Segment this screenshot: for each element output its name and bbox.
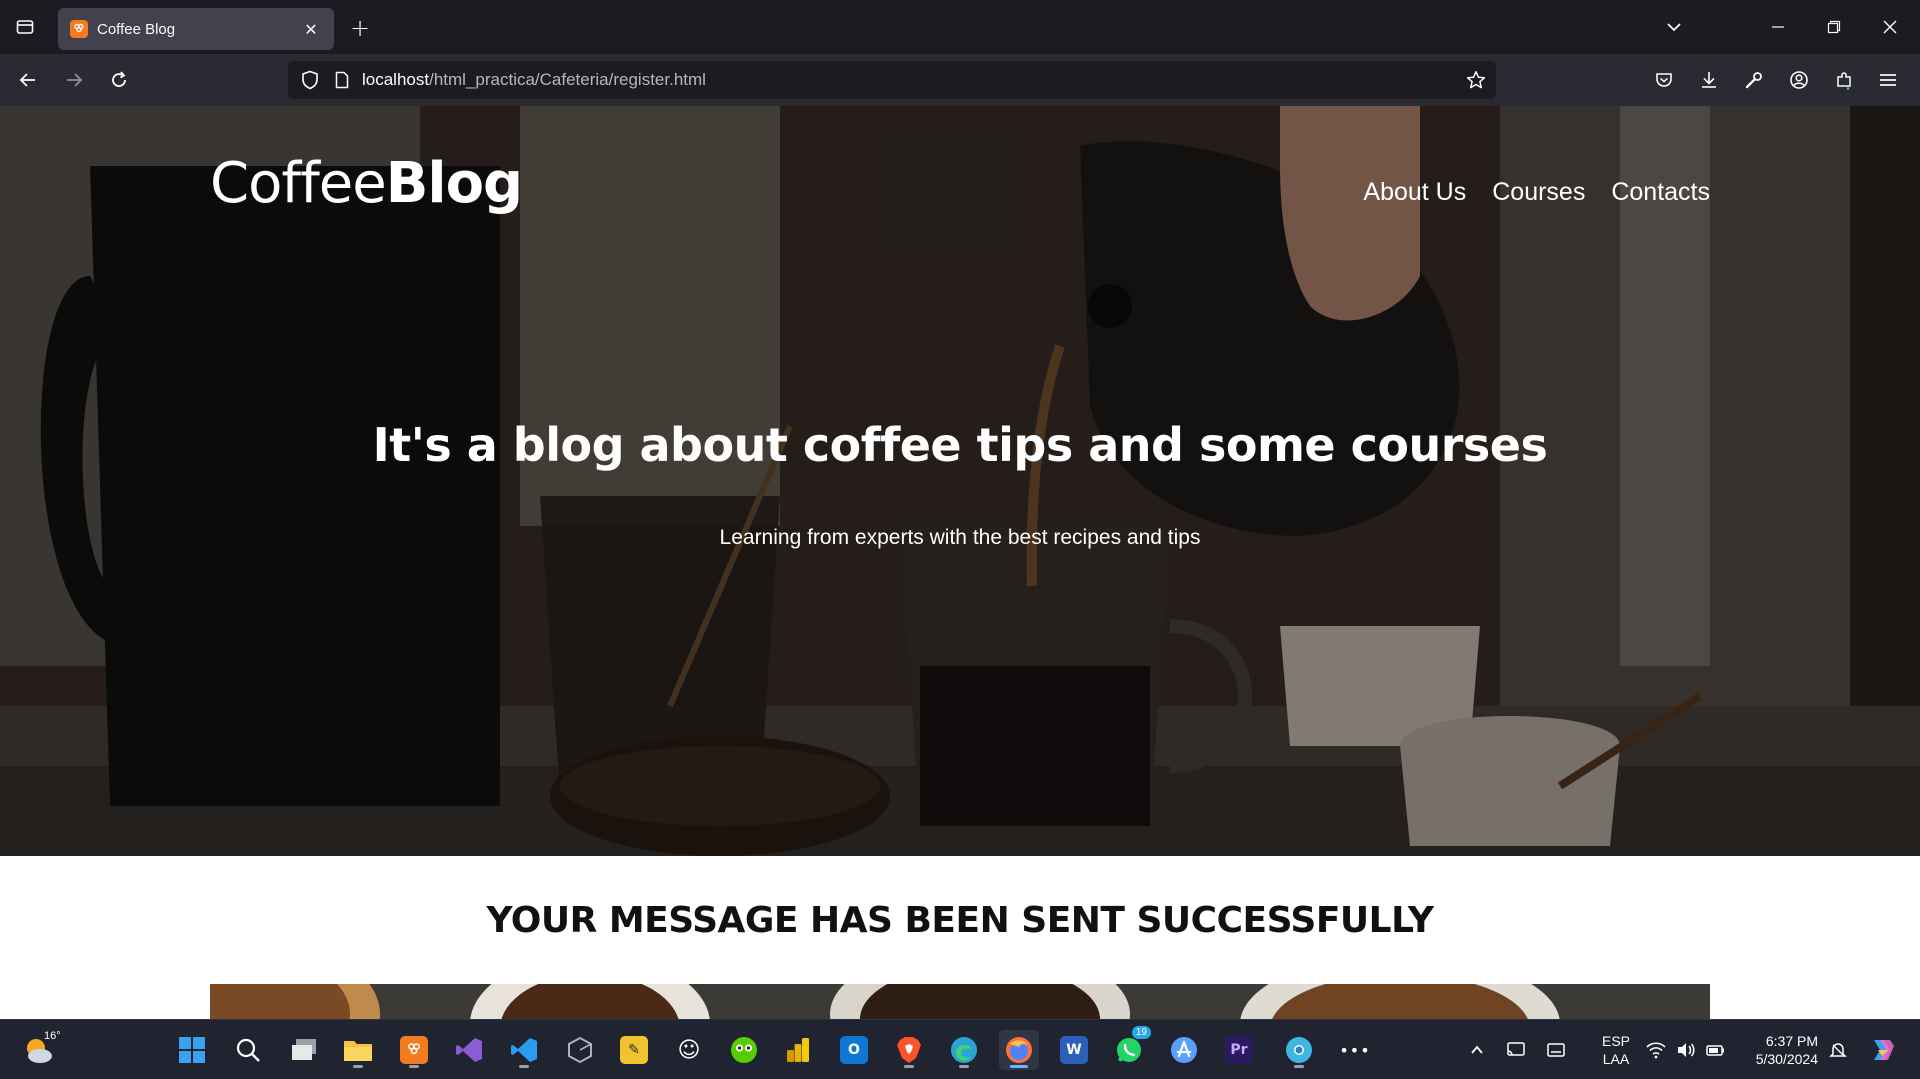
hero-dark-overlay — [0, 106, 1920, 856]
tab-title: Coffee Blog — [97, 20, 176, 38]
weather-widget[interactable]: 16° — [18, 1030, 64, 1070]
forward-arrow-icon[interactable] — [56, 62, 92, 98]
chevron-up-icon[interactable] — [1461, 1034, 1493, 1066]
nav-courses[interactable]: Courses — [1492, 178, 1585, 207]
xampp-icon[interactable]: ꕢ — [394, 1030, 434, 1070]
logo-coffee: Coffee — [210, 151, 387, 216]
url-host: localhost — [362, 70, 430, 89]
url-text[interactable]: localhost/html_practica/Cafeteria/regist… — [362, 70, 1456, 90]
running-indicator — [409, 1065, 419, 1068]
more-apps-icon[interactable]: ••• — [1335, 1030, 1375, 1070]
page-icon[interactable] — [326, 61, 358, 99]
whatsapp-icon[interactable]: 19 — [1109, 1026, 1151, 1070]
cast-icon[interactable] — [1500, 1034, 1532, 1066]
app-store-icon[interactable] — [1164, 1030, 1204, 1070]
success-message: YOUR MESSAGE HAS BEEN SENT SUCCESSFULLY — [486, 900, 1434, 941]
shield-icon[interactable] — [294, 61, 326, 99]
duolingo-icon[interactable] — [724, 1030, 764, 1070]
volume-icon[interactable] — [1670, 1034, 1702, 1066]
tab-bar: ꕢ Coffee Blog ✕ + — [0, 0, 1920, 54]
clock-date: 5/30/2024 — [1755, 1051, 1818, 1067]
windows-taskbar: 16° ꕢ ✎ ☺ O W 19 Pr ••• ESP LAA 6:37 PM … — [0, 1019, 1920, 1079]
wrench-icon[interactable] — [1736, 62, 1772, 98]
input-language[interactable]: ESP LAA — [1596, 1032, 1636, 1068]
edge-icon[interactable] — [944, 1030, 984, 1070]
account-icon[interactable] — [1781, 62, 1817, 98]
star-icon[interactable] — [1456, 61, 1496, 99]
language-code: ESP — [1601, 1033, 1630, 1049]
outlook-new-icon[interactable]: O — [834, 1030, 874, 1070]
brave-icon[interactable] — [889, 1030, 929, 1070]
xampp-favicon-icon: ꕢ — [70, 20, 88, 38]
hamburger-menu-icon[interactable] — [1870, 62, 1906, 98]
nav-about-us[interactable]: About Us — [1363, 178, 1466, 207]
emoji-app-icon[interactable]: ☺ — [669, 1030, 709, 1070]
back-arrow-icon[interactable] — [10, 62, 46, 98]
system-clock[interactable]: 6:37 PM 5/30/2024 — [1742, 1032, 1818, 1068]
hero-subtitle: Learning from experts with the best reci… — [719, 526, 1201, 549]
power-bi-icon[interactable] — [778, 1030, 818, 1070]
running-indicator — [904, 1065, 914, 1068]
vs-code-icon[interactable] — [504, 1030, 544, 1070]
page-viewport: CoffeeBlog About Us Courses Contacts It'… — [0, 106, 1920, 1019]
restore-icon[interactable] — [1816, 10, 1852, 44]
running-indicator — [519, 1065, 529, 1068]
running-indicator — [959, 1065, 969, 1068]
wifi-icon[interactable] — [1640, 1034, 1672, 1066]
minimize-icon[interactable] — [1760, 10, 1796, 44]
new-tab-button[interactable]: + — [344, 12, 376, 44]
pocket-icon[interactable] — [1646, 62, 1682, 98]
hero-title: It's a blog about coffee tips and some c… — [372, 418, 1548, 472]
extensions-icon[interactable] — [1826, 62, 1862, 98]
task-view-icon[interactable] — [284, 1030, 324, 1070]
word-icon[interactable]: W — [1054, 1030, 1094, 1070]
site-logo[interactable]: CoffeeBlog — [210, 156, 523, 212]
search-icon[interactable] — [228, 1030, 268, 1070]
sticky-app-icon[interactable]: ✎ — [614, 1030, 654, 1070]
running-indicator — [1294, 1065, 1304, 1068]
tab-list-icon[interactable] — [8, 10, 42, 44]
firefox-icon[interactable] — [999, 1030, 1039, 1070]
coffee-cups-image — [210, 984, 1710, 1019]
keyboard-layout: LAA — [1602, 1051, 1630, 1067]
navigation-toolbar: localhost/html_practica/Cafeteria/regist… — [0, 54, 1920, 106]
nav-contacts[interactable]: Contacts — [1611, 178, 1710, 207]
visual-studio-icon[interactable] — [449, 1030, 489, 1070]
reload-icon[interactable] — [101, 62, 137, 98]
unity-icon[interactable] — [560, 1030, 600, 1070]
premiere-pro-icon[interactable]: Pr — [1219, 1030, 1259, 1070]
touch-keyboard-icon[interactable] — [1540, 1034, 1572, 1066]
active-indicator — [1010, 1065, 1028, 1068]
chevron-down-icon[interactable] — [1656, 10, 1692, 44]
notification-bell-icon[interactable] — [1822, 1034, 1854, 1066]
chrome-icon[interactable] — [1279, 1030, 1319, 1070]
copilot-icon[interactable] — [1862, 1030, 1902, 1070]
file-explorer-icon[interactable] — [338, 1030, 378, 1070]
url-path: /html_practica/Cafeteria/register.html — [429, 70, 706, 89]
hero-section: CoffeeBlog About Us Courses Contacts It'… — [0, 106, 1920, 856]
download-icon[interactable] — [1691, 62, 1727, 98]
start-icon[interactable] — [172, 1030, 212, 1070]
clock-time: 6:37 PM — [1765, 1033, 1818, 1049]
whatsapp-notification-badge: 19 — [1131, 1026, 1151, 1039]
site-nav: About Us Courses Contacts — [1363, 178, 1710, 207]
logo-blog: Blog — [385, 151, 523, 216]
battery-icon[interactable] — [1700, 1034, 1732, 1066]
close-icon[interactable] — [1872, 10, 1908, 44]
url-bar[interactable]: localhost/html_practica/Cafeteria/regist… — [288, 61, 1496, 99]
running-indicator — [353, 1065, 363, 1068]
tab-close-icon[interactable]: ✕ — [300, 18, 322, 40]
weather-temperature: 16° — [44, 1030, 61, 1042]
tab-coffee-blog[interactable]: ꕢ Coffee Blog ✕ — [58, 8, 334, 50]
